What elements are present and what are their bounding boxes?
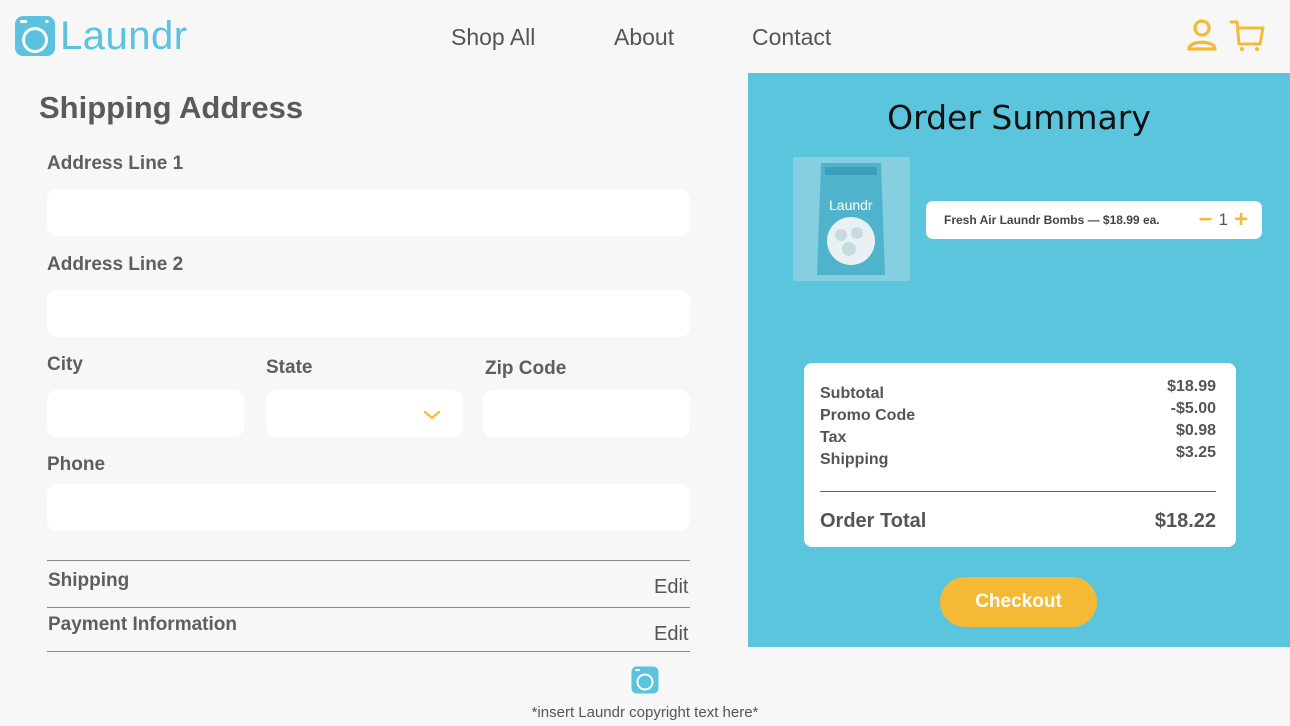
divider xyxy=(47,607,690,608)
copyright-text: *insert Laundr copyright text here* xyxy=(531,704,759,721)
order-totals-card: Subtotal Promo Code Tax Shipping $18.99 … xyxy=(804,363,1236,547)
washing-machine-icon xyxy=(15,16,55,56)
promo-code-value: -$5.00 xyxy=(1170,400,1216,417)
address-line-2-input[interactable] xyxy=(47,290,690,337)
cart-item-name: Fresh Air Laundr Bombs — $18.99 ea. xyxy=(944,213,1160,227)
brand-name: Laundr xyxy=(60,14,188,58)
divider xyxy=(47,560,690,561)
city-label: City xyxy=(47,354,83,375)
phone-input[interactable] xyxy=(47,484,690,531)
product-image: Laundr xyxy=(793,157,910,281)
totals-values: $18.99 -$5.00 $0.98 $3.25 xyxy=(1167,376,1216,464)
tax-value: $0.98 xyxy=(1175,422,1216,439)
promo-code-label: Promo Code xyxy=(820,407,916,424)
quantity-value: 1 xyxy=(1218,210,1228,229)
cart-icon[interactable] xyxy=(1229,18,1265,52)
nav-about[interactable]: About xyxy=(614,24,674,51)
phone-label: Phone xyxy=(47,454,106,475)
washing-machine-icon xyxy=(631,666,659,694)
shipping-cost-value: $3.25 xyxy=(1175,444,1216,461)
shipping-edit-link[interactable]: Edit xyxy=(654,576,688,599)
nav-shop-all[interactable]: Shop All xyxy=(451,24,535,51)
zip-code-label: Zip Code xyxy=(485,358,567,379)
shipping-address-title: Shipping Address xyxy=(39,90,304,125)
address-line-1-label: Address Line 1 xyxy=(47,153,184,174)
product-bag-graphic xyxy=(817,163,885,275)
payment-edit-link[interactable]: Edit xyxy=(654,623,688,646)
state-label: State xyxy=(266,357,313,378)
shipping-cost-label: Shipping xyxy=(820,451,889,468)
address-line-2-label: Address Line 2 xyxy=(47,254,184,275)
cart-item-card: Fresh Air Laundr Bombs — $18.99 ea. − 1 … xyxy=(926,201,1262,239)
city-input[interactable] xyxy=(47,390,244,437)
address-line-1-input[interactable] xyxy=(47,189,690,236)
user-icon[interactable] xyxy=(1186,18,1218,52)
nav-contact[interactable]: Contact xyxy=(752,24,831,51)
order-total-value: $18.22 xyxy=(1154,510,1216,532)
tax-label: Tax xyxy=(820,429,847,446)
state-select[interactable] xyxy=(266,390,463,437)
divider xyxy=(47,651,690,652)
order-total-label: Order Total xyxy=(820,510,927,532)
payment-section-title: Payment Information xyxy=(48,614,237,635)
quantity-increase-button[interactable]: + xyxy=(1234,208,1248,232)
shipping-section-title: Shipping xyxy=(48,570,130,591)
chevron-down-icon xyxy=(423,410,441,420)
subtotal-value: $18.99 xyxy=(1167,378,1216,395)
product-image-label: Laundr xyxy=(829,197,873,213)
zip-code-input[interactable] xyxy=(483,390,690,437)
divider xyxy=(820,491,1216,492)
subtotal-label: Subtotal xyxy=(820,385,884,402)
logo[interactable]: Laundr xyxy=(14,14,188,58)
totals-labels: Subtotal Promo Code Tax Shipping xyxy=(820,383,915,471)
checkout-button[interactable]: Checkout xyxy=(940,577,1097,627)
quantity-decrease-button[interactable]: − xyxy=(1199,208,1213,232)
order-summary-title: Order Summary xyxy=(887,98,1151,137)
